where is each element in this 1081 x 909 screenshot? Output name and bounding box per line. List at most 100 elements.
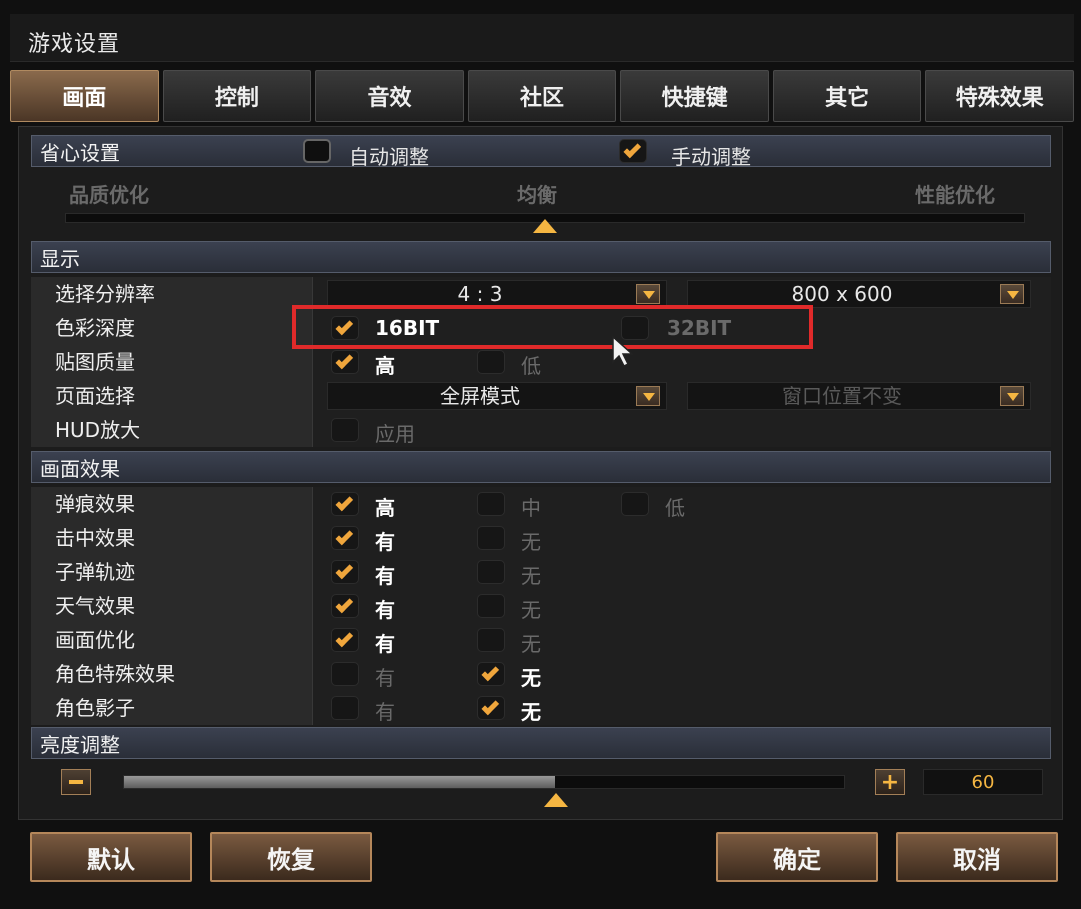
texture-low-label: 低: [521, 354, 541, 378]
effect-option-checkbox[interactable]: [477, 526, 505, 550]
color-depth-label: 色彩深度: [31, 311, 313, 345]
brightness-slider-track[interactable]: [123, 775, 845, 789]
tab-hotkeys[interactable]: 快捷键: [620, 70, 769, 122]
effect-option-label: 有: [375, 700, 395, 724]
highlight-box: [292, 305, 813, 349]
window-position-select[interactable]: 窗口位置不变: [687, 382, 1031, 410]
effect-option-checkbox[interactable]: [477, 594, 505, 618]
manual-adjust-checkbox[interactable]: [619, 139, 647, 163]
hud-apply-label: 应用: [375, 422, 415, 446]
display-title: 显示: [40, 246, 80, 271]
effects-row-label: 角色特殊效果: [31, 657, 313, 691]
effect-option-checkbox[interactable]: [331, 594, 359, 618]
effects-row-label: 子弹轨迹: [31, 555, 313, 589]
game-settings-window: 游戏设置 画面 控制 音效 社区 快捷键 其它 特殊效果 省心设置 自动调整 手…: [0, 0, 1081, 909]
effects-row: 击中效果 有 无: [31, 521, 1051, 555]
effects-row: 天气效果 有 无: [31, 589, 1051, 623]
effects-row: 子弹轨迹 有 无: [31, 555, 1051, 589]
chevron-down-icon[interactable]: [1000, 386, 1024, 406]
effects-row: 角色特殊效果 有 无: [31, 657, 1051, 691]
effect-option-checkbox[interactable]: [331, 560, 359, 584]
texture-high-checkbox[interactable]: [331, 350, 359, 374]
effects-row-label: 角色影子: [31, 691, 313, 725]
texture-low-checkbox[interactable]: [477, 350, 505, 374]
window-position-value: 窗口位置不变: [782, 384, 902, 408]
effect-option-label: 有: [375, 632, 395, 656]
page-mode-label: 页面选择: [31, 379, 313, 413]
brightness-title: 亮度调整: [40, 732, 120, 757]
effects-row: 角色影子 有 无: [31, 691, 1051, 725]
hud-label: HUD放大: [31, 413, 313, 447]
easy-settings-header: 省心设置: [31, 135, 1051, 167]
tab-control[interactable]: 控制: [162, 70, 312, 122]
effects-header: 画面效果: [31, 451, 1051, 483]
effect-option-checkbox[interactable]: [477, 696, 505, 720]
effect-option-label: 有: [375, 564, 395, 588]
chevron-down-icon[interactable]: [1000, 284, 1024, 304]
effect-option-checkbox[interactable]: [331, 628, 359, 652]
tab-special-effects[interactable]: 特殊效果: [925, 70, 1075, 122]
effect-option-checkbox[interactable]: [621, 492, 649, 516]
page-mode-row: 页面选择 全屏模式 窗口位置不变: [31, 379, 1051, 413]
minus-icon: [69, 780, 83, 784]
effect-option-label: 无: [521, 530, 541, 554]
plus-icon: +: [880, 769, 900, 795]
easy-settings-title: 省心设置: [40, 140, 120, 165]
effect-option-checkbox[interactable]: [331, 492, 359, 516]
screen-mode-select[interactable]: 全屏模式: [327, 382, 667, 410]
screen-mode-value: 全屏模式: [440, 384, 520, 408]
tab-display[interactable]: 画面: [10, 70, 159, 122]
auto-adjust-checkbox[interactable]: [303, 139, 331, 163]
effect-option-label: 有: [375, 598, 395, 622]
effect-option-label: 有: [375, 530, 395, 554]
tab-other[interactable]: 其它: [772, 70, 922, 122]
effect-option-checkbox[interactable]: [477, 560, 505, 584]
effect-option-label: 无: [521, 598, 541, 622]
effect-option-label: 高: [375, 496, 395, 520]
effect-option-checkbox[interactable]: [477, 662, 505, 686]
cancel-button[interactable]: 取消: [896, 832, 1058, 882]
effect-option-checkbox[interactable]: [331, 696, 359, 720]
quality-slider-thumb[interactable]: [533, 219, 557, 233]
hud-apply-checkbox[interactable]: [331, 418, 359, 442]
aspect-ratio-select[interactable]: 4 : 3: [327, 280, 667, 308]
texture-quality-row: 贴图质量 高 低: [31, 345, 1051, 379]
manual-adjust-label: 手动调整: [671, 145, 751, 169]
resolution-label: 选择分辨率: [31, 277, 313, 311]
effect-option-checkbox[interactable]: [477, 628, 505, 652]
brightness-slider-thumb[interactable]: [544, 793, 569, 807]
effect-option-checkbox[interactable]: [477, 492, 505, 516]
default-button[interactable]: 默认: [30, 832, 192, 882]
effect-option-label: 无: [521, 700, 541, 724]
effects-row: 画面优化 有 无: [31, 623, 1051, 657]
chevron-down-icon[interactable]: [636, 386, 660, 406]
restore-button[interactable]: 恢复: [210, 832, 372, 882]
chevron-down-icon[interactable]: [636, 284, 660, 304]
performance-priority-label: 性能优化: [915, 183, 995, 207]
effect-option-checkbox[interactable]: [331, 526, 359, 550]
effects-row-label: 画面优化: [31, 623, 313, 657]
brightness-slider-fill: [124, 776, 556, 788]
brightness-value: 60: [923, 769, 1043, 795]
effect-option-label: 无: [521, 564, 541, 588]
effect-option-label: 无: [521, 632, 541, 656]
aspect-ratio-value: 4 : 3: [457, 282, 503, 306]
auto-adjust-label: 自动调整: [349, 145, 429, 169]
effects-row-label: 击中效果: [31, 521, 313, 555]
quality-priority-label: 品质优化: [69, 183, 149, 207]
effects-title: 画面效果: [40, 456, 120, 481]
title-bar: 游戏设置: [10, 14, 1074, 62]
effect-option-checkbox[interactable]: [331, 662, 359, 686]
effects-row: 弹痕效果 高 中 低: [31, 487, 1051, 521]
effects-row-label: 天气效果: [31, 589, 313, 623]
effect-option-label: 无: [521, 666, 541, 690]
resolution-select[interactable]: 800 x 600: [687, 280, 1031, 308]
balanced-label: 均衡: [517, 183, 557, 207]
brightness-header: 亮度调整: [31, 727, 1051, 759]
settings-panel: 省心设置 自动调整 手动调整 品质优化 均衡 性能优化 显示 选择分辨率 4 :…: [18, 126, 1063, 820]
brightness-decrease-button[interactable]: [61, 769, 91, 795]
brightness-increase-button[interactable]: +: [875, 769, 905, 795]
tab-community[interactable]: 社区: [467, 70, 617, 122]
confirm-button[interactable]: 确定: [716, 832, 878, 882]
tab-sound[interactable]: 音效: [315, 70, 464, 122]
